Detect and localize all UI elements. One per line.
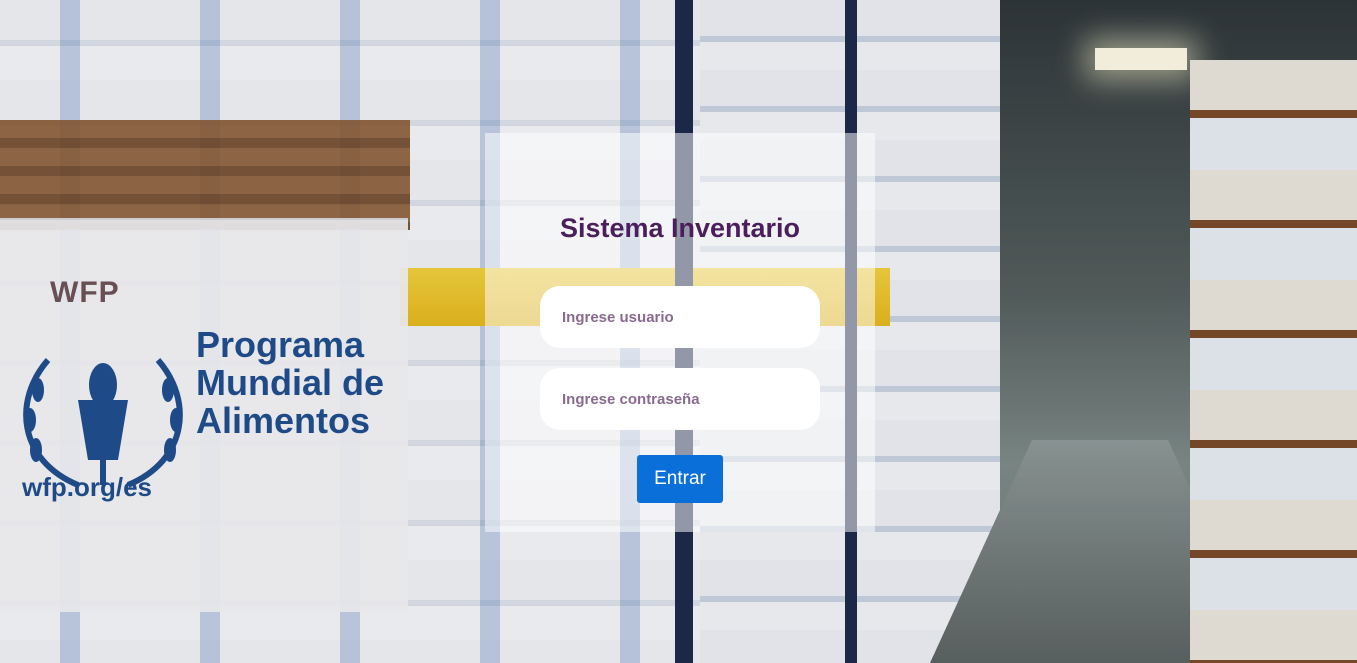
username-input[interactable] xyxy=(540,286,820,348)
login-card: Sistema Inventario Entrar xyxy=(485,133,875,532)
login-button[interactable]: Entrar xyxy=(637,455,723,503)
password-input[interactable] xyxy=(540,368,820,430)
page-title: Sistema Inventario xyxy=(559,213,801,243)
